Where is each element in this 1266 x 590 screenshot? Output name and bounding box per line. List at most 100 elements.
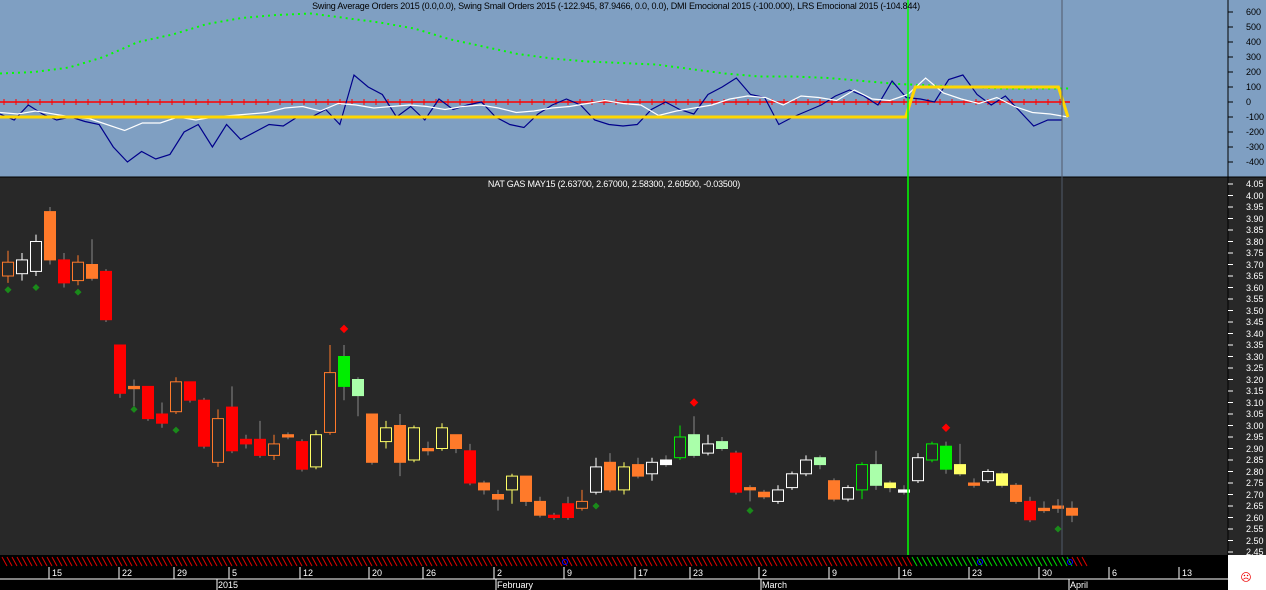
candle bbox=[450, 434, 462, 450]
candle bbox=[618, 466, 630, 491]
candle bbox=[128, 385, 140, 390]
price-y-label: 3.40 bbox=[1246, 328, 1264, 339]
candle bbox=[240, 438, 252, 445]
price-y-label: 2.70 bbox=[1246, 489, 1264, 500]
candle bbox=[730, 452, 742, 493]
price-y-label: 2.80 bbox=[1246, 466, 1264, 477]
price-y-label: 3.65 bbox=[1246, 271, 1264, 281]
price-y-label: 3.75 bbox=[1246, 248, 1264, 258]
candle bbox=[436, 427, 448, 449]
x-tick-label: 30 bbox=[1042, 568, 1053, 578]
price-y-label: 3.85 bbox=[1246, 225, 1264, 235]
candle bbox=[212, 418, 224, 463]
month-label: 2015 bbox=[218, 580, 239, 590]
x-tick-label: 26 bbox=[426, 568, 437, 578]
candle bbox=[688, 434, 700, 456]
x-tick-label: 6 bbox=[1112, 568, 1118, 578]
candle bbox=[44, 211, 56, 261]
price-y-label: 3.50 bbox=[1246, 305, 1264, 316]
price-y-label: 2.65 bbox=[1246, 501, 1264, 511]
candle bbox=[1038, 507, 1050, 512]
candle bbox=[786, 473, 798, 489]
candle bbox=[926, 443, 938, 461]
price-y-label: 3.90 bbox=[1246, 213, 1264, 224]
price-y-label: 2.55 bbox=[1246, 524, 1264, 534]
price-y-label: 3.95 bbox=[1246, 202, 1264, 212]
candle bbox=[1010, 484, 1022, 502]
candle bbox=[1066, 507, 1078, 516]
x-tick-label: 9 bbox=[832, 568, 838, 578]
candle bbox=[856, 464, 868, 491]
chart-canvas[interactable] bbox=[0, 0, 1266, 590]
candle bbox=[534, 500, 546, 516]
month-label: February bbox=[497, 580, 534, 590]
x-tick-label: 22 bbox=[122, 568, 133, 578]
month-label: March bbox=[762, 580, 788, 590]
candle bbox=[30, 241, 42, 272]
candle bbox=[646, 461, 658, 475]
price-y-label: 3.25 bbox=[1246, 363, 1264, 373]
x-tick-label: 20 bbox=[372, 568, 383, 578]
indicator-y-label: 400 bbox=[1246, 37, 1262, 47]
candle bbox=[2, 261, 14, 277]
candle bbox=[912, 457, 924, 482]
candle bbox=[16, 259, 28, 275]
indicator-y-label: -200 bbox=[1246, 127, 1265, 137]
x-tick-label: 15 bbox=[52, 568, 63, 578]
price-y-label: 3.45 bbox=[1246, 317, 1264, 327]
x-tick-label: 17 bbox=[638, 568, 649, 578]
price-y-label: 3.05 bbox=[1246, 409, 1264, 419]
candle bbox=[338, 356, 350, 387]
x-tick-label: 9 bbox=[567, 568, 573, 578]
candle bbox=[58, 259, 70, 284]
candle bbox=[828, 480, 840, 500]
candle bbox=[632, 464, 644, 477]
candle bbox=[954, 464, 966, 475]
price-panel bbox=[0, 177, 1228, 555]
month-label: April bbox=[1070, 580, 1089, 590]
indicator-y-label: 300 bbox=[1246, 52, 1262, 62]
candle bbox=[520, 475, 532, 502]
close-circle-icon[interactable]: ☹ bbox=[1240, 572, 1252, 584]
candle bbox=[814, 457, 826, 466]
candle bbox=[380, 427, 392, 443]
candle bbox=[800, 459, 812, 475]
candle bbox=[352, 379, 364, 397]
price-y-label: 4.05 bbox=[1246, 179, 1264, 189]
candle bbox=[940, 445, 952, 470]
indicator-title: Swing Average Orders 2015 (0.0,0.0), Swi… bbox=[312, 1, 920, 11]
x-tick-label: 13 bbox=[1182, 568, 1193, 578]
candle bbox=[968, 482, 980, 486]
price-y-label: 3.00 bbox=[1246, 420, 1264, 431]
candle bbox=[464, 450, 476, 484]
candle bbox=[590, 466, 602, 493]
price-y-label: 3.30 bbox=[1246, 351, 1264, 362]
price-y-label: 2.90 bbox=[1246, 443, 1264, 454]
candle bbox=[254, 438, 266, 456]
candle bbox=[156, 413, 168, 424]
candle bbox=[184, 381, 196, 401]
candle bbox=[758, 491, 770, 498]
candle bbox=[548, 514, 560, 519]
candle bbox=[562, 503, 574, 519]
indicator-y-label: 600 bbox=[1246, 7, 1262, 17]
candle bbox=[366, 413, 378, 463]
candle bbox=[86, 264, 98, 279]
x-tick-label: 2 bbox=[762, 568, 768, 578]
candle bbox=[674, 436, 686, 459]
price-y-label: 3.70 bbox=[1246, 259, 1264, 270]
x-tick-label: 29 bbox=[177, 568, 188, 578]
indicator-y-label: 0 bbox=[1246, 97, 1252, 107]
candle bbox=[604, 461, 616, 491]
candle bbox=[576, 500, 588, 509]
candle bbox=[506, 475, 518, 491]
candle bbox=[394, 425, 406, 463]
price-y-label: 3.80 bbox=[1246, 236, 1264, 247]
price-y-label: 2.50 bbox=[1246, 535, 1264, 546]
indicator-y-label: 500 bbox=[1246, 22, 1262, 32]
price-y-label: 3.55 bbox=[1246, 294, 1264, 304]
candle bbox=[478, 482, 490, 491]
candle bbox=[268, 443, 280, 456]
candle bbox=[100, 270, 112, 321]
price-y-label: 3.60 bbox=[1246, 282, 1264, 293]
